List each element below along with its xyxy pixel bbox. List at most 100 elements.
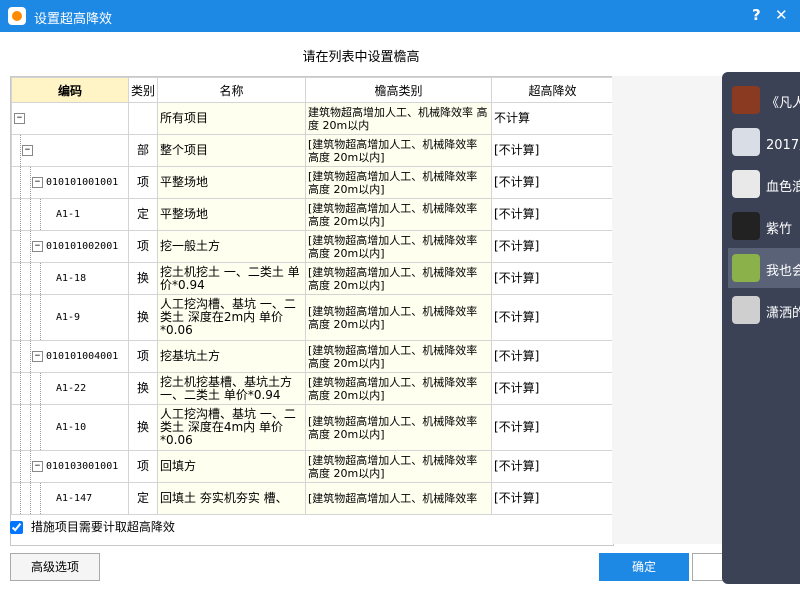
collapse-toggle-icon[interactable]: − bbox=[32, 350, 43, 362]
name-cell[interactable]: 回填土 夯实机夯实 槽、 bbox=[157, 482, 306, 515]
tree-line bbox=[30, 451, 31, 482]
type-cell[interactable] bbox=[128, 102, 158, 135]
eave-height-cell[interactable]: [建筑物超高增加人工、机械降效率 高度 20m以内] bbox=[305, 294, 492, 341]
code-cell[interactable]: A1-10 bbox=[11, 404, 129, 451]
name-cell[interactable]: 整个项目 bbox=[157, 134, 306, 167]
name-cell[interactable]: 人工挖沟槽、基坑 一、二类土 深度在2m内 单价*0.06 bbox=[157, 294, 306, 341]
type-cell[interactable]: 换 bbox=[128, 262, 158, 295]
eave-height-cell[interactable]: [建筑物超高增加人工、机械降效率 高度 20m以内] bbox=[305, 262, 492, 295]
column-header-code[interactable]: 编码 bbox=[11, 77, 129, 103]
reduction-cell[interactable]: [不计算] bbox=[491, 230, 613, 263]
reduction-cell[interactable]: [不计算] bbox=[491, 372, 613, 405]
code-cell[interactable]: −010101004001 bbox=[11, 340, 129, 373]
collapse-toggle-icon[interactable]: − bbox=[32, 460, 43, 472]
eave-height-cell[interactable]: [建筑物超高增加人工、机械降效率 高度 20m以内] bbox=[305, 372, 492, 405]
type-cell[interactable]: 换 bbox=[128, 404, 158, 451]
table-row[interactable]: −010101004001 项挖基坑土方 [建筑物超高增加人工、机械降效率 高度 2… bbox=[11, 340, 613, 373]
reduction-cell[interactable]: [不计算] bbox=[491, 404, 613, 451]
eave-height-cell[interactable]: [建筑物超高增加人工、机械降效率 高度 20m以内] bbox=[305, 198, 492, 231]
table-row[interactable]: − 所有项目 建筑物超高增加人工、机械降效率 高度 20m以内 不计算 bbox=[11, 102, 613, 135]
reduction-cell[interactable]: [不计算] bbox=[491, 294, 613, 341]
name-cell[interactable]: 所有项目 bbox=[157, 102, 306, 135]
reduction-cell[interactable]: [不计算] bbox=[491, 450, 613, 483]
table-row[interactable]: A1-1 定平整场地 [建筑物超高增加人工、机械降效率 高度 20m以内] [不计算] bbox=[11, 198, 613, 231]
table-row[interactable]: A1-10 换人工挖沟槽、基坑 一、二类土 深度在4m内 单价*0.06 [建筑物超… bbox=[11, 404, 613, 451]
reduction-cell[interactable]: [不计算] bbox=[491, 134, 613, 167]
collapse-toggle-icon[interactable]: − bbox=[32, 240, 43, 252]
code-cell[interactable]: − bbox=[11, 102, 129, 135]
reduction-cell[interactable]: [不计算] bbox=[491, 198, 613, 231]
eave-height-cell[interactable]: [建筑物超高增加人工、机械降效率 高度 20m以内] bbox=[305, 404, 492, 451]
name-cell[interactable]: 平整场地 bbox=[157, 198, 306, 231]
name-cell[interactable]: 挖土机挖基槽、基坑土方 一、二类土 单价*0.94 bbox=[157, 372, 306, 405]
type-cell[interactable]: 换 bbox=[128, 372, 158, 405]
chat-list-item[interactable]: 我也会 bbox=[728, 248, 800, 288]
name-cell[interactable]: 回填方 bbox=[157, 450, 306, 483]
type-cell[interactable]: 项 bbox=[128, 230, 158, 263]
ok-button[interactable]: 确定 bbox=[599, 553, 689, 581]
table-row[interactable]: − 部整个项目 [建筑物超高增加人工、机械降效率 高度 20m以内] [不计算] bbox=[11, 134, 613, 167]
table-row[interactable]: A1-22 换挖土机挖基槽、基坑土方 一、二类土 单价*0.94 [建筑物超高增加人… bbox=[11, 372, 613, 405]
code-cell[interactable]: −010103001001 bbox=[11, 450, 129, 483]
eave-height-cell[interactable]: [建筑物超高增加人工、机械降效率 高度 20m以内] bbox=[305, 230, 492, 263]
code-cell[interactable]: −010101002001 bbox=[11, 230, 129, 263]
code-cell[interactable]: A1-147 bbox=[11, 482, 129, 515]
table-row[interactable]: −010103001001 项回填方 [建筑物超高增加人工、机械降效率 高度 20m… bbox=[11, 450, 613, 483]
column-header-reduction[interactable]: 超高降效 bbox=[491, 77, 613, 103]
type-cell[interactable]: 项 bbox=[128, 166, 158, 199]
reduction-cell[interactable]: [不计算] bbox=[491, 262, 613, 295]
name-cell[interactable]: 挖土机挖土 一、二类土 单价*0.94 bbox=[157, 262, 306, 295]
table-row[interactable]: A1-18 换挖土机挖土 一、二类土 单价*0.94 [建筑物超高增加人工、机械降效… bbox=[11, 262, 613, 295]
code-cell[interactable]: A1-18 bbox=[11, 262, 129, 295]
type-cell[interactable]: 定 bbox=[128, 482, 158, 515]
table-row[interactable]: A1-147 定回填土 夯实机夯实 槽、 [建筑物超高增加人工、机械降效率 [不计算] bbox=[11, 482, 613, 515]
table-row[interactable]: A1-9 换人工挖沟槽、基坑 一、二类土 深度在2m内 单价*0.06 [建筑物超高… bbox=[11, 294, 613, 341]
height-setting-table[interactable]: 编码 类别 名称 檐高类别 超高降效 − 所有项目 建筑物超高增加人工、机械降效率 … bbox=[10, 76, 614, 546]
eave-height-cell[interactable]: [建筑物超高增加人工、机械降效率 高度 20m以内] bbox=[305, 166, 492, 199]
name-cell[interactable]: 挖一般土方 bbox=[157, 230, 306, 263]
measure-items-checkbox[interactable] bbox=[10, 521, 23, 534]
code-cell[interactable]: − bbox=[11, 134, 129, 167]
column-header-type[interactable]: 类别 bbox=[128, 77, 158, 103]
collapse-toggle-icon[interactable]: − bbox=[14, 112, 25, 124]
type-cell[interactable]: 项 bbox=[128, 340, 158, 373]
code-cell[interactable]: A1-1 bbox=[11, 198, 129, 231]
eave-height-cell[interactable]: [建筑物超高增加人工、机械降效率 高度 20m以内] bbox=[305, 340, 492, 373]
eave-height-cell[interactable]: 建筑物超高增加人工、机械降效率 高度 20m以内 bbox=[305, 102, 492, 135]
chat-list-item[interactable]: 血色浪 bbox=[728, 164, 800, 204]
reduction-cell[interactable]: [不计算] bbox=[491, 482, 613, 515]
chat-list-item[interactable]: 潇洒的 bbox=[728, 290, 800, 330]
help-button[interactable]: ? bbox=[752, 6, 761, 24]
name-cell[interactable]: 人工挖沟槽、基坑 一、二类土 深度在4m内 单价*0.06 bbox=[157, 404, 306, 451]
eave-height-cell[interactable]: [建筑物超高增加人工、机械降效率 高度 20m以内] bbox=[305, 134, 492, 167]
code-cell[interactable]: A1-9 bbox=[11, 294, 129, 341]
column-header-eave-height[interactable]: 檐高类别 bbox=[305, 77, 492, 103]
collapse-toggle-icon[interactable]: − bbox=[32, 176, 43, 188]
chat-list-item[interactable]: 《凡人 bbox=[728, 80, 800, 120]
chat-list-item[interactable]: 紫竹 bbox=[728, 206, 800, 246]
code-text: A1-9 bbox=[56, 312, 81, 323]
collapse-toggle-icon[interactable]: − bbox=[22, 144, 33, 156]
table-row[interactable]: −010101001001 项平整场地 [建筑物超高增加人工、机械降效率 高度 20… bbox=[11, 166, 613, 199]
name-cell[interactable]: 挖基坑土方 bbox=[157, 340, 306, 373]
advanced-options-button[interactable]: 高级选项 bbox=[10, 553, 100, 581]
type-cell[interactable]: 项 bbox=[128, 450, 158, 483]
type-cell[interactable]: 定 bbox=[128, 198, 158, 231]
table-row[interactable]: −010101002001 项挖一般土方 [建筑物超高增加人工、机械降效率 高度 2… bbox=[11, 230, 613, 263]
reduction-cell[interactable]: 不计算 bbox=[491, 102, 613, 135]
code-cell[interactable]: A1-22 bbox=[11, 372, 129, 405]
tree-line bbox=[20, 231, 21, 262]
measure-items-checkbox-row[interactable]: 措施项目需要计取超高降效 bbox=[10, 518, 175, 535]
column-header-name[interactable]: 名称 bbox=[157, 77, 306, 103]
chat-name: 《凡人 bbox=[766, 96, 800, 111]
code-cell[interactable]: −010101001001 bbox=[11, 166, 129, 199]
close-button[interactable]: ✕ bbox=[775, 6, 788, 24]
chat-list-item[interactable]: 2017届 bbox=[728, 122, 800, 162]
type-cell[interactable]: 换 bbox=[128, 294, 158, 341]
reduction-cell[interactable]: [不计算] bbox=[491, 340, 613, 373]
type-cell[interactable]: 部 bbox=[128, 134, 158, 167]
eave-height-cell[interactable]: [建筑物超高增加人工、机械降效率 高度 20m以内] bbox=[305, 450, 492, 483]
reduction-cell[interactable]: [不计算] bbox=[491, 166, 613, 199]
name-cell[interactable]: 平整场地 bbox=[157, 166, 306, 199]
eave-height-cell[interactable]: [建筑物超高增加人工、机械降效率 bbox=[305, 482, 492, 515]
